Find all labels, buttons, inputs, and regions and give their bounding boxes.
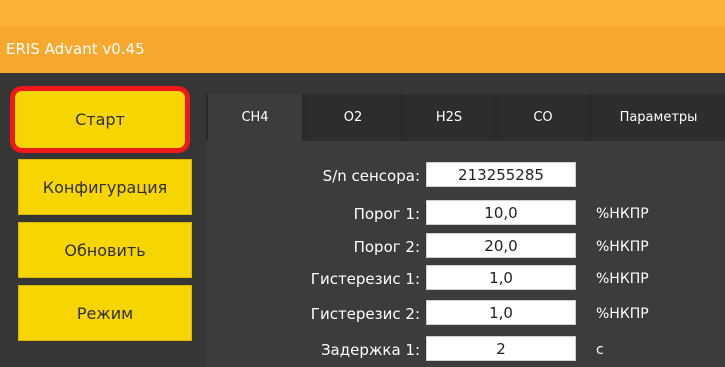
tab-co[interactable]: CO bbox=[498, 94, 588, 141]
refresh-button[interactable]: Обновить bbox=[18, 222, 192, 278]
hysteresis2-label: Гистерезис 2: bbox=[310, 305, 420, 323]
hysteresis2-unit: %НКПР bbox=[596, 306, 649, 322]
hysteresis1-label: Гистерезис 1: bbox=[310, 270, 420, 288]
hysteresis2-field[interactable]: 1,0 bbox=[426, 300, 576, 325]
start-button[interactable]: Старт bbox=[10, 86, 190, 153]
sensor-serial-label: S/n сенсора: bbox=[322, 167, 420, 185]
tab-o2[interactable]: O2 bbox=[306, 94, 400, 141]
threshold1-unit: %НКПР bbox=[596, 206, 649, 222]
hysteresis1-unit: %НКПР bbox=[596, 271, 649, 287]
threshold1-field[interactable]: 10,0 bbox=[426, 200, 576, 225]
tab-h2s[interactable]: H2S bbox=[404, 94, 494, 141]
title-bar: ERIS Advant v0.45 bbox=[0, 0, 725, 73]
hysteresis1-field[interactable]: 1,0 bbox=[426, 265, 576, 290]
tab-parameters[interactable]: Параметры bbox=[592, 94, 725, 141]
threshold2-label: Порог 2: bbox=[353, 238, 420, 256]
configuration-button[interactable]: Конфигурация bbox=[18, 159, 192, 215]
delay1-field[interactable]: 2 bbox=[426, 336, 576, 361]
mode-button[interactable]: Режим bbox=[18, 285, 192, 341]
sensor-serial-field[interactable]: 213255285 bbox=[426, 162, 576, 187]
threshold2-field[interactable]: 20,0 bbox=[426, 233, 576, 258]
delay1-label: Задержка 1: bbox=[320, 341, 420, 359]
delay1-unit: с bbox=[596, 342, 604, 358]
tab-ch4[interactable]: CH4 bbox=[208, 94, 302, 141]
window-title: ERIS Advant v0.45 bbox=[6, 40, 145, 58]
threshold2-unit: %НКПР bbox=[596, 239, 649, 255]
threshold1-label: Порог 1: bbox=[353, 205, 420, 223]
